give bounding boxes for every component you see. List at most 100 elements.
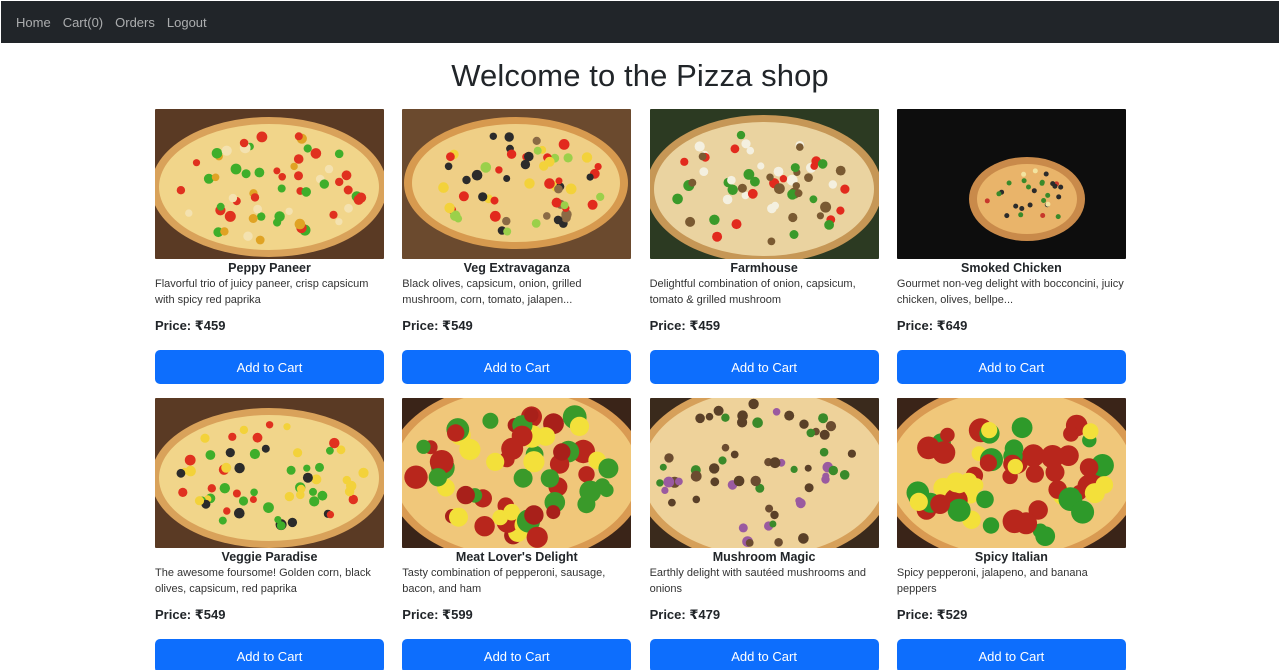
add-to-cart-button[interactable]: Add to Cart xyxy=(402,350,632,384)
topping xyxy=(218,516,227,525)
topping xyxy=(178,487,188,497)
add-to-cart-button[interactable]: Add to Cart xyxy=(896,350,1126,384)
topping xyxy=(315,462,324,472)
topping xyxy=(228,432,237,441)
navbar: Home Cart(0) Orders Logout xyxy=(1,1,1279,43)
topping xyxy=(250,193,260,202)
nav-home-link[interactable]: Home xyxy=(16,15,51,30)
topping xyxy=(329,437,340,449)
pizza-cheese xyxy=(976,164,1077,234)
topping xyxy=(294,132,303,141)
topping xyxy=(239,138,249,148)
topping xyxy=(1006,180,1012,186)
add-to-cart-button[interactable]: Add to Cart xyxy=(155,350,384,384)
topping xyxy=(296,490,305,500)
topping xyxy=(1045,192,1051,198)
topping xyxy=(326,510,335,519)
topping xyxy=(317,490,328,501)
topping xyxy=(747,398,759,410)
topping xyxy=(1004,213,1010,219)
product-price: Price: ₹459 xyxy=(155,318,226,333)
topping xyxy=(342,475,351,485)
topping xyxy=(540,469,560,488)
nav-logout-link[interactable]: Logout xyxy=(167,15,207,30)
topping xyxy=(663,453,674,463)
topping xyxy=(533,146,542,155)
topping xyxy=(502,216,511,226)
topping xyxy=(438,182,450,193)
topping xyxy=(503,175,511,182)
product-card: Peppy Paneer Flavorful trio of juicy pan… xyxy=(155,109,384,384)
topping xyxy=(1027,202,1033,208)
topping xyxy=(1014,512,1037,535)
topping xyxy=(692,495,700,504)
topping xyxy=(823,220,834,230)
nav-cart-link[interactable]: Cart(0) xyxy=(63,15,103,30)
add-to-cart-button[interactable]: Add to Cart xyxy=(649,639,879,670)
topping xyxy=(207,484,216,493)
topping xyxy=(232,489,241,498)
product-description: Tasty combination of pepperoni, sausage,… xyxy=(402,567,606,595)
topping xyxy=(1018,212,1024,218)
topping xyxy=(1043,171,1049,177)
add-to-cart-button[interactable]: Add to Cart xyxy=(402,639,632,670)
topping xyxy=(694,413,705,424)
topping xyxy=(501,437,524,460)
product-card: Meat Lover's Delight Tasty combination o… xyxy=(402,398,632,670)
topping xyxy=(261,444,270,453)
topping xyxy=(1021,178,1027,184)
topping xyxy=(976,490,994,509)
topping xyxy=(783,410,794,421)
topping xyxy=(821,472,829,480)
topping xyxy=(253,204,262,214)
topping xyxy=(790,465,798,473)
topping xyxy=(532,219,541,228)
topping xyxy=(490,210,501,222)
topping xyxy=(1020,171,1026,177)
topping xyxy=(980,422,998,439)
pizza-image xyxy=(155,109,384,259)
topping xyxy=(416,439,431,454)
add-to-cart-button[interactable]: Add to Cart xyxy=(155,639,384,670)
topping xyxy=(293,448,303,458)
topping xyxy=(595,478,611,494)
topping xyxy=(733,475,744,487)
topping xyxy=(551,197,562,208)
topping xyxy=(698,167,708,176)
topping xyxy=(309,496,320,507)
topping xyxy=(1007,458,1023,475)
topping xyxy=(726,175,736,185)
topping xyxy=(798,419,809,429)
topping xyxy=(290,162,298,171)
topping xyxy=(273,167,281,175)
topping xyxy=(248,214,258,223)
topping xyxy=(828,465,838,476)
pizza-image xyxy=(896,398,1126,548)
topping xyxy=(1070,500,1094,524)
topping xyxy=(489,132,498,140)
topping xyxy=(1035,526,1055,546)
topping xyxy=(462,175,471,185)
topping xyxy=(523,451,545,473)
topping xyxy=(319,179,329,189)
topping xyxy=(720,413,730,422)
topping xyxy=(795,143,804,151)
topping xyxy=(711,231,722,242)
topping xyxy=(554,215,563,225)
topping xyxy=(335,218,343,226)
nav-orders-link[interactable]: Orders xyxy=(115,15,155,30)
topping xyxy=(694,141,705,152)
topping xyxy=(495,166,503,174)
topping xyxy=(1082,423,1099,440)
topping xyxy=(1045,201,1051,207)
add-to-cart-button[interactable]: Add to Cart xyxy=(649,350,879,384)
product-description: Black olives, capsicum, onion, grilled m… xyxy=(402,278,582,306)
topping xyxy=(256,131,268,143)
topping xyxy=(708,463,719,474)
add-to-cart-button[interactable]: Add to Cart xyxy=(896,639,1126,670)
topping xyxy=(520,159,531,170)
topping xyxy=(736,410,748,421)
topping xyxy=(249,496,257,503)
topping xyxy=(794,189,803,198)
topping xyxy=(185,465,196,477)
